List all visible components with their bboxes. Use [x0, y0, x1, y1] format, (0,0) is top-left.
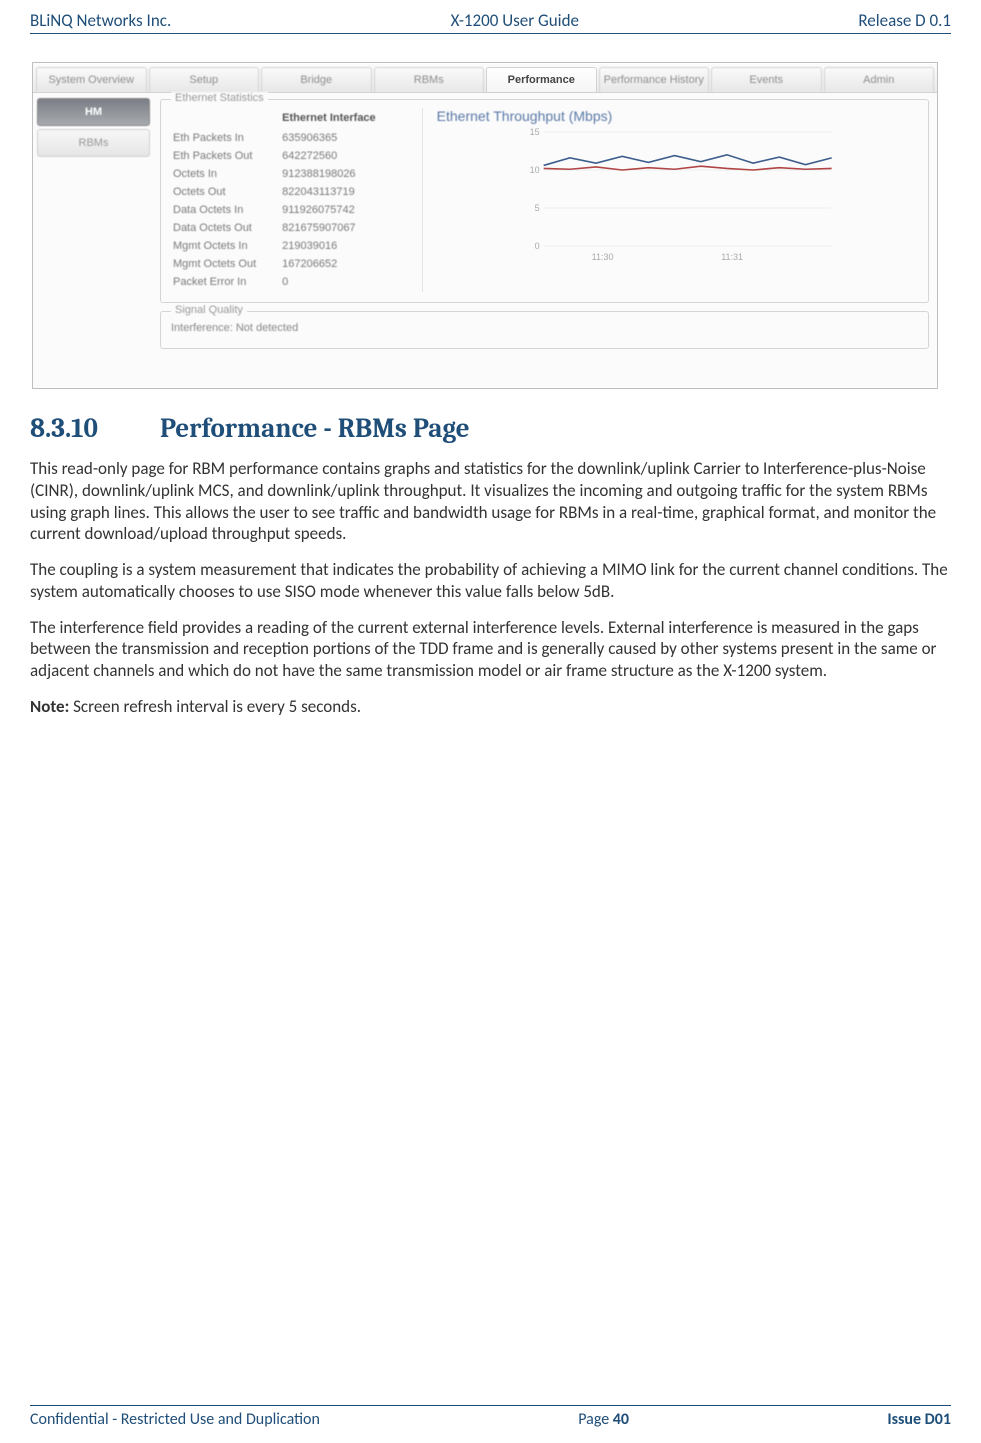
page-footer: Confidential - Restricted Use and Duplic…: [30, 1405, 951, 1429]
tab-bar: System OverviewSetupBridgeRBMsPerformanc…: [33, 63, 937, 93]
table-row: Mgmt Octets In219039016: [173, 238, 400, 254]
interference-text: Interference: Not detected: [171, 320, 918, 338]
header-left: BLiNQ Networks Inc.: [30, 10, 171, 31]
table-row: Eth Packets Out642272560: [173, 148, 400, 164]
header-right: Release D 0.1: [858, 10, 951, 31]
stat-label: Octets In: [173, 166, 280, 182]
tab-bridge[interactable]: Bridge: [261, 67, 372, 92]
stat-value: 219039016: [282, 238, 400, 254]
svg-text:5: 5: [534, 203, 539, 213]
signal-quality-fieldset: Signal Quality Interference: Not detecte…: [160, 311, 929, 349]
svg-text:15: 15: [529, 127, 539, 137]
body-text: This read-only page for RBM performance …: [30, 458, 951, 718]
tab-performance-history[interactable]: Performance History: [599, 67, 710, 92]
footer-left: Confidential - Restricted Use and Duplic…: [30, 1410, 320, 1429]
fieldset-legend: Ethernet Statistics: [171, 92, 268, 104]
paragraph: This read-only page for RBM performance …: [30, 458, 951, 545]
stat-label: Eth Packets Out: [173, 148, 280, 164]
tab-events[interactable]: Events: [711, 67, 822, 92]
tab-system-overview[interactable]: System Overview: [36, 67, 147, 92]
stat-value: 821675907067: [282, 220, 400, 236]
ethernet-statistics-fieldset: Ethernet Statistics Ethernet Interface E…: [160, 99, 929, 303]
table-row: Eth Packets In635906365: [173, 130, 400, 146]
page-number: 40: [613, 1410, 629, 1429]
note-text: Screen refresh interval is every 5 secon…: [69, 696, 361, 717]
stat-label: Packet Error In: [173, 274, 280, 290]
page-label: Page: [578, 1410, 613, 1429]
tab-admin[interactable]: Admin: [824, 67, 935, 92]
tab-setup[interactable]: Setup: [149, 67, 260, 92]
note-label: Note:: [30, 696, 69, 717]
stat-value: 642272560: [282, 148, 400, 164]
svg-text:11:31: 11:31: [721, 252, 743, 262]
sidebar: HM RBMs: [33, 93, 154, 388]
footer-center: Page 40: [578, 1410, 629, 1429]
page-header: BLiNQ Networks Inc. X-1200 User Guide Re…: [30, 10, 951, 34]
col-header: Ethernet Interface: [282, 110, 400, 128]
stat-label: Mgmt Octets In: [173, 238, 280, 254]
section-number: 8.3.10: [30, 413, 160, 444]
stat-label: Mgmt Octets Out: [173, 256, 280, 272]
table-row: Mgmt Octets Out167206652: [173, 256, 400, 272]
table-row: Data Octets Out821675907067: [173, 220, 400, 236]
sidebar-item-rbms[interactable]: RBMs: [37, 129, 150, 157]
footer-right: Issue D01: [887, 1410, 951, 1429]
stat-value: 912388198026: [282, 166, 400, 182]
throughput-chart: Ethernet Throughput (Mbps) 0 5 10 15 11:30 11…: [422, 108, 918, 292]
note-paragraph: Note: Screen refresh interval is every 5…: [30, 696, 951, 718]
section-heading: 8.3.10Performance - RBMs Page: [30, 413, 951, 444]
table-row: Octets Out822043113719: [173, 184, 400, 200]
stat-label: Data Octets Out: [173, 220, 280, 236]
svg-text:10: 10: [529, 165, 539, 175]
embedded-screenshot: System OverviewSetupBridgeRBMsPerformanc…: [32, 62, 938, 389]
stat-value: 822043113719: [282, 184, 400, 200]
tab-performance[interactable]: Performance: [486, 67, 597, 92]
table-row: Packet Error In0: [173, 274, 400, 290]
chart-svg: 0 5 10 15 11:30 11:31: [437, 126, 918, 266]
stat-value: 911926075742: [282, 202, 400, 218]
stat-label: Data Octets In: [173, 202, 280, 218]
fieldset-legend: Signal Quality: [171, 304, 247, 316]
stat-value: 0: [282, 274, 400, 290]
ethernet-stats-table: Ethernet Interface Eth Packets In6359063…: [171, 108, 402, 292]
stat-value: 635906365: [282, 130, 400, 146]
section-title: Performance - RBMs Page: [160, 413, 470, 444]
paragraph: The coupling is a system measurement tha…: [30, 559, 951, 603]
header-center: X-1200 User Guide: [451, 10, 579, 31]
tab-rbms[interactable]: RBMs: [374, 67, 485, 92]
sidebar-item-hm[interactable]: HM: [37, 98, 150, 126]
svg-text:11:30: 11:30: [591, 252, 613, 262]
stat-label: Octets Out: [173, 184, 280, 200]
table-row: Data Octets In911926075742: [173, 202, 400, 218]
svg-text:0: 0: [534, 241, 539, 251]
paragraph: The interference field provides a readin…: [30, 617, 951, 682]
stat-label: Eth Packets In: [173, 130, 280, 146]
stat-value: 167206652: [282, 256, 400, 272]
table-row: Octets In912388198026: [173, 166, 400, 182]
chart-title: Ethernet Throughput (Mbps): [437, 108, 918, 124]
